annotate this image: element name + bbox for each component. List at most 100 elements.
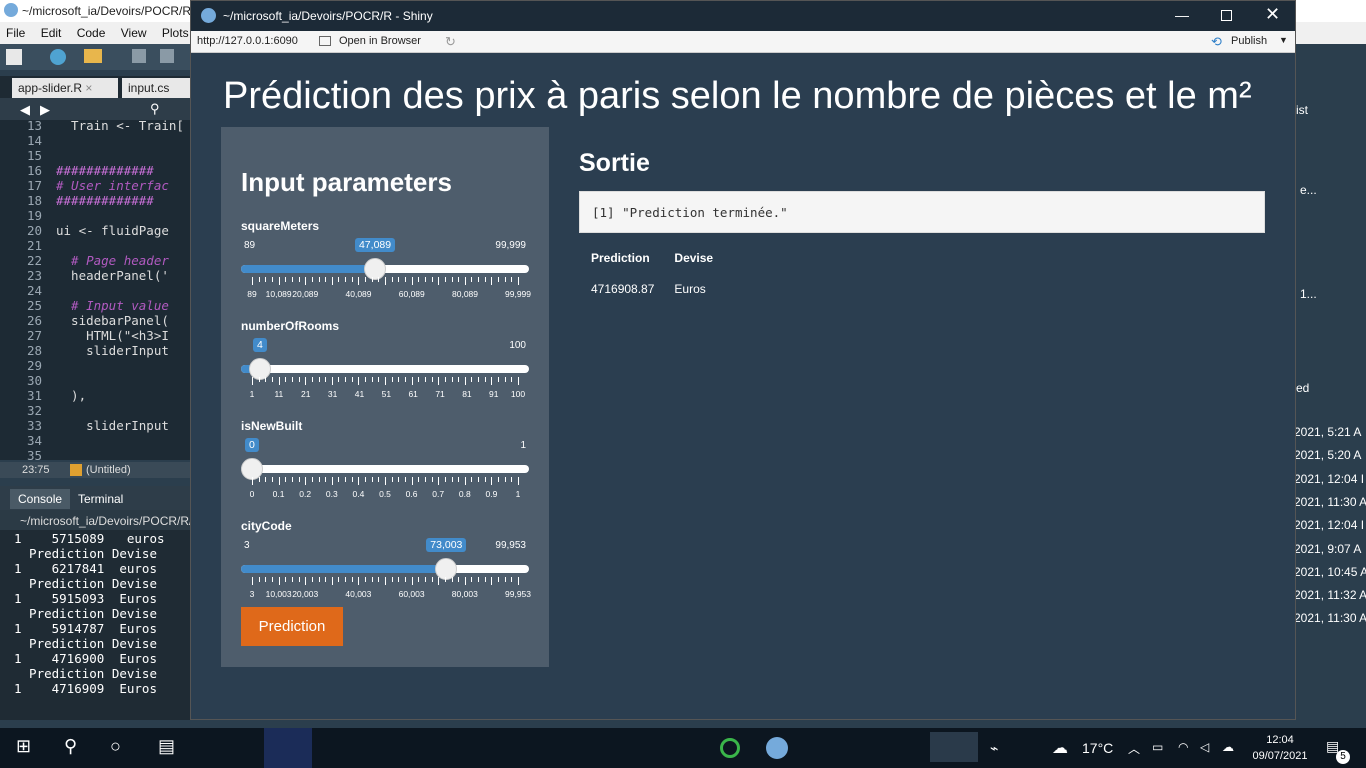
slider-track[interactable] [241,258,529,280]
slider-tick [518,377,519,385]
menu-file[interactable]: File [0,22,31,44]
taskbar-app-active[interactable] [264,728,312,768]
search-icon[interactable]: ⚲ [150,101,160,117]
slider-tick [464,577,466,585]
back-icon[interactable]: ◀ [20,102,30,118]
slider-tick-label: 100 [510,389,526,399]
slider-tick [458,277,460,282]
tab-label: app-slider.R [18,81,83,95]
menu-code[interactable]: Code [71,22,112,44]
publish-icon[interactable]: ⟲ [1211,34,1222,50]
url-text[interactable]: http://127.0.0.1:6090 [197,35,298,47]
tab-console[interactable]: Console [10,489,71,509]
wifi-icon[interactable]: ◠ [1178,740,1188,754]
page-title: Prédiction des prix à paris selon le nom… [223,75,1252,117]
new-file-icon[interactable] [6,49,22,65]
code-text: headerPanel(' [56,268,169,283]
slider-track[interactable] [241,558,529,580]
line-number: 35 [26,448,42,463]
slider-tick [438,577,440,585]
slider-tick [252,477,253,485]
tab-input-csv[interactable]: input.cs [122,78,200,98]
slider-track[interactable] [241,358,529,380]
new-project-icon[interactable] [50,49,66,65]
cortana-icon[interactable]: ○ [110,736,121,757]
right-pane-text: 1... [1300,287,1317,301]
slider-tick [271,577,273,582]
maximize-icon[interactable] [1221,10,1232,21]
onedrive-icon[interactable]: ☁ [1222,740,1234,754]
line-number: 19 [26,208,42,223]
clock-time: 12:04 [1266,734,1294,746]
slider-tick [444,477,446,482]
search-icon[interactable]: ⚲ [64,736,77,757]
slider-tick [345,577,347,582]
slider-tick [365,477,367,482]
tab-terminal[interactable]: Terminal [72,489,129,509]
sync-app-icon[interactable] [720,738,740,758]
slider-tick [325,277,327,282]
slider-tick [325,477,327,482]
rstudio-taskbar-icon[interactable] [766,737,788,759]
menu-edit[interactable]: Edit [35,22,68,44]
scope-label[interactable]: (Untitled) [86,464,131,476]
slider-tick-label: 0.5 [379,489,391,499]
minimize-icon[interactable]: — [1175,7,1189,23]
slider-tick [265,277,267,282]
signal-widget-icon[interactable] [930,732,978,762]
slider-tick-label: 51 [381,389,392,399]
slider-tick [458,477,460,482]
save-icon[interactable] [132,49,146,63]
weather-cloud-icon[interactable]: ☁ [1052,738,1068,758]
slider-tick [258,277,260,282]
code-line: 19 [0,208,190,223]
slider-tick-label: 80,003 [451,589,478,599]
menu-plots[interactable]: Plots [156,22,195,44]
prediction-button[interactable]: Prediction [241,607,343,646]
slider-tick [424,277,426,282]
weather-temperature[interactable]: 17°C [1082,740,1113,756]
volume-icon[interactable]: ◁ [1200,740,1209,754]
code-line: 28 sliderInput [0,343,190,358]
close-icon[interactable]: ✕ [1265,4,1280,25]
task-view-icon[interactable]: ▤ [158,736,175,757]
open-in-browser-button[interactable]: Open in Browser [339,35,421,47]
battery-icon[interactable]: ▭ [1152,740,1163,754]
code-line: 15 [0,148,190,163]
slider-tick [418,477,420,482]
clock[interactable]: 12:04 09/07/2021 [1250,732,1310,764]
slider-tick [491,277,493,285]
publish-button[interactable]: Publish [1231,35,1267,47]
slider-tick [504,477,506,482]
code-line: 22 # Page header [0,253,190,268]
chevron-up-icon[interactable]: ︿ [1128,740,1140,757]
slider-tick [511,377,513,382]
slider-tick [271,377,273,382]
slider-tick-label: 40,003 [345,589,372,599]
forward-icon[interactable]: ▶ [40,102,50,118]
open-folder-icon[interactable] [84,49,102,63]
console-tabs: Console Terminal [0,486,190,510]
save-all-icon[interactable] [160,49,174,63]
chevron-down-icon[interactable]: ▼ [1279,35,1288,45]
console-output[interactable]: 1 5715089 euros Prediction Devise 1 62178… [0,530,190,720]
right-pane-text: e... [1300,183,1317,197]
slider-fill [241,565,447,573]
right-pane-text: ed [1296,381,1310,395]
slider-tick [318,577,320,582]
refresh-icon[interactable]: ↻ [445,34,456,50]
menu-view[interactable]: View [115,22,153,44]
slider-tick [291,277,293,282]
code-editor[interactable]: 13 Train <- Train[14 15 16 ############# 17 #… [0,118,190,463]
slider-tick [291,377,293,382]
network-icon[interactable]: ⌁ [990,740,998,757]
slider-tick [385,277,386,285]
windows-start-icon[interactable]: ⊞ [16,736,31,757]
code-text: ############# [56,193,154,208]
slider-track[interactable] [241,458,529,480]
tab-app-slider[interactable]: app-slider.R × [12,78,118,98]
close-icon[interactable]: × [85,81,92,95]
slider-tick [271,477,273,482]
slider-tick [451,577,453,582]
slider-tick [404,577,406,582]
